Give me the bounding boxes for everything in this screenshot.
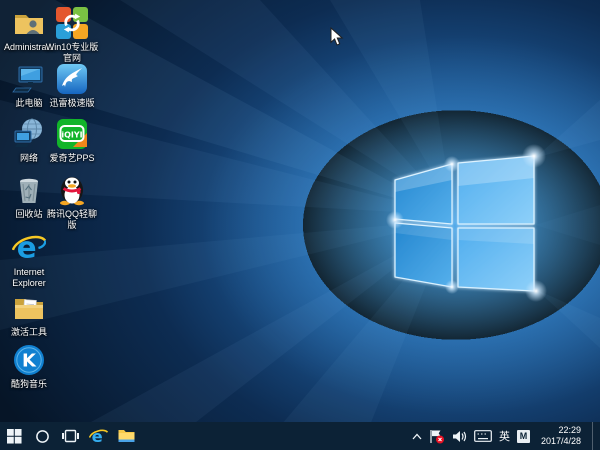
iqiyi-icon: iQIYI: [55, 117, 89, 151]
touch-keyboard-icon: [474, 430, 492, 442]
task-view-button[interactable]: [56, 422, 84, 450]
win10-pro-icon: [55, 6, 89, 40]
internet-explorer-icon: e: [88, 427, 108, 445]
desktop-icon-iqiyi[interactable]: iQIYI 爱奇艺PPS: [46, 117, 98, 164]
windows-desktop: Administra... Win10专业版 官网 此电脑 迅雷极速版 网络 i…: [0, 0, 600, 450]
ie-letter: e: [17, 230, 37, 264]
security-flag-notification[interactable]: [429, 422, 445, 450]
icon-label: Internet Explorer: [12, 267, 46, 288]
icon-label: Win10专业版 官网: [45, 42, 99, 63]
task-view-icon: [61, 429, 79, 443]
chevron-up-icon: [412, 433, 422, 439]
show-hidden-icons-button[interactable]: [412, 422, 422, 450]
iqiyi-logo-text: iQIYI: [61, 131, 82, 140]
flag-alert-icon: [430, 429, 444, 443]
internet-explorer-icon: e: [12, 230, 46, 265]
icon-label: 迅雷极速版: [49, 98, 95, 108]
ime-mode-badge: M: [516, 429, 530, 443]
this-pc-icon: [12, 62, 46, 96]
desktop-icon-internet-explorer[interactable]: e Internet Explorer: [3, 230, 55, 289]
ime-mode-button[interactable]: M: [516, 422, 530, 450]
kugou-music-icon: K: [12, 343, 46, 377]
show-desktop-button[interactable]: [592, 422, 596, 450]
icon-label: 爱奇艺PPS: [49, 153, 95, 163]
desktop-icon-qq[interactable]: 腾讯QQ轻聊 版: [46, 173, 98, 231]
taskbar-internet-explorer[interactable]: e: [84, 422, 112, 450]
desktop-icon-kugou[interactable]: K 酷狗音乐: [3, 343, 55, 390]
network-globe-icon: [12, 117, 46, 151]
volume-button[interactable]: [452, 422, 467, 450]
cortana-circle-icon: [35, 429, 49, 443]
desktop-icon-win10-pro[interactable]: Win10专业版 官网: [46, 6, 98, 64]
taskbar-file-explorer[interactable]: [112, 422, 140, 450]
qq-penguin-icon: [55, 173, 89, 207]
touch-keyboard-button[interactable]: [474, 422, 492, 450]
clock-date: 2017/4/28: [540, 436, 581, 446]
file-explorer-icon: [118, 430, 134, 442]
desktop-icon-activation-tools[interactable]: 激活工具: [3, 291, 55, 338]
speaker-icon: [452, 430, 467, 442]
windows-start-icon: [6, 428, 22, 444]
system-tray: 英 M 22:29 2017/4/28: [412, 422, 600, 450]
ime-language-indicator[interactable]: 英: [499, 422, 510, 450]
thunder-bird-icon: [55, 62, 89, 96]
icon-label: 酷狗音乐: [10, 379, 47, 389]
icon-label: 激活工具: [10, 327, 47, 337]
clock-time: 22:29: [558, 425, 581, 435]
folder-icon: [12, 291, 46, 325]
desktop-icon-thunder[interactable]: 迅雷极速版: [46, 62, 98, 109]
kugou-letter: K: [22, 351, 37, 372]
recycle-bin-icon: [12, 173, 46, 207]
user-folder-icon: [12, 6, 46, 40]
taskbar: e 英 M 22:29 2017/4/28: [0, 422, 600, 450]
taskbar-clock[interactable]: 22:29 2017/4/28: [537, 425, 585, 447]
icon-label: 腾讯QQ轻聊 版: [46, 209, 97, 230]
start-button[interactable]: [0, 422, 28, 450]
cortana-search-button[interactable]: [28, 422, 56, 450]
